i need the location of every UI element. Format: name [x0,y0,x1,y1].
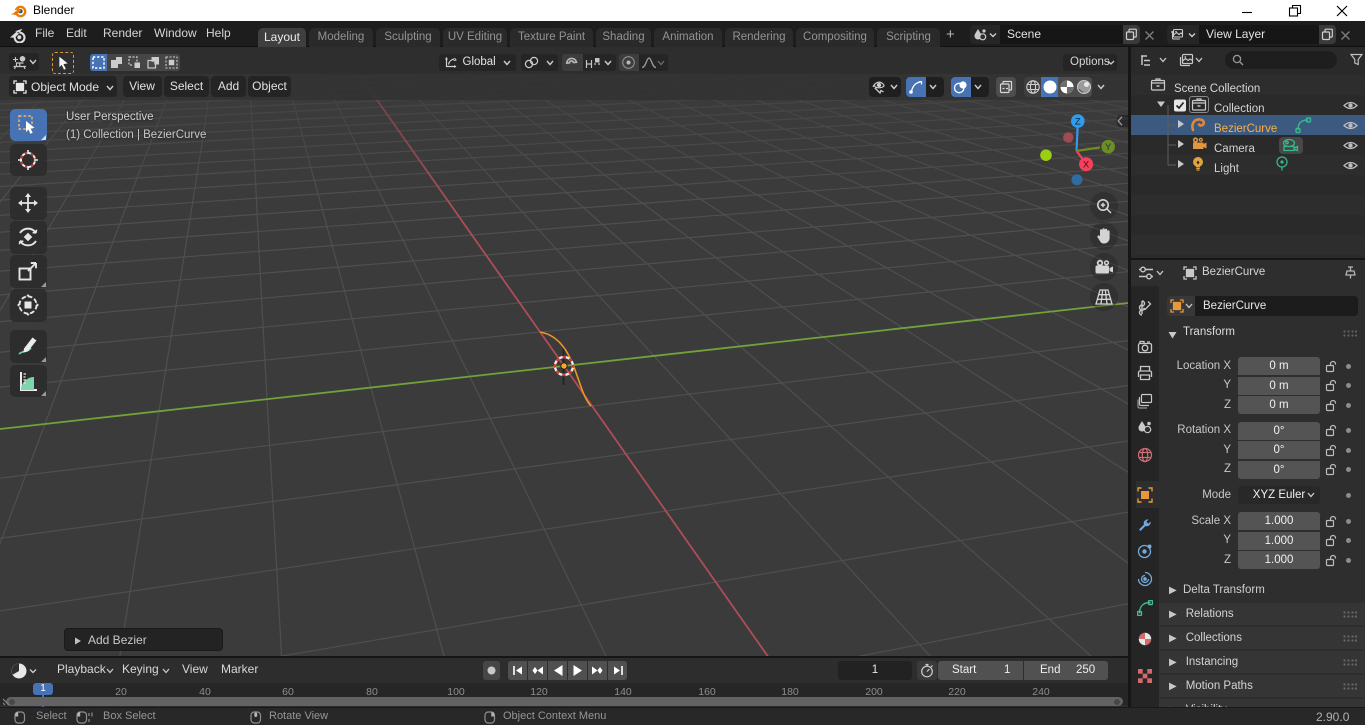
svg-text:X: X [1083,160,1090,171]
svg-text:Y: Y [1105,142,1112,153]
svg-text:Scene Collection: Scene Collection [1174,83,1260,95]
svg-text:Camera: Camera [1214,143,1256,155]
svg-text:Z: Z [1075,117,1081,128]
svg-text:BezierCurve: BezierCurve [1214,123,1277,135]
svg-text:Collection: Collection [1214,103,1265,115]
svg-text:Light: Light [1214,163,1240,175]
